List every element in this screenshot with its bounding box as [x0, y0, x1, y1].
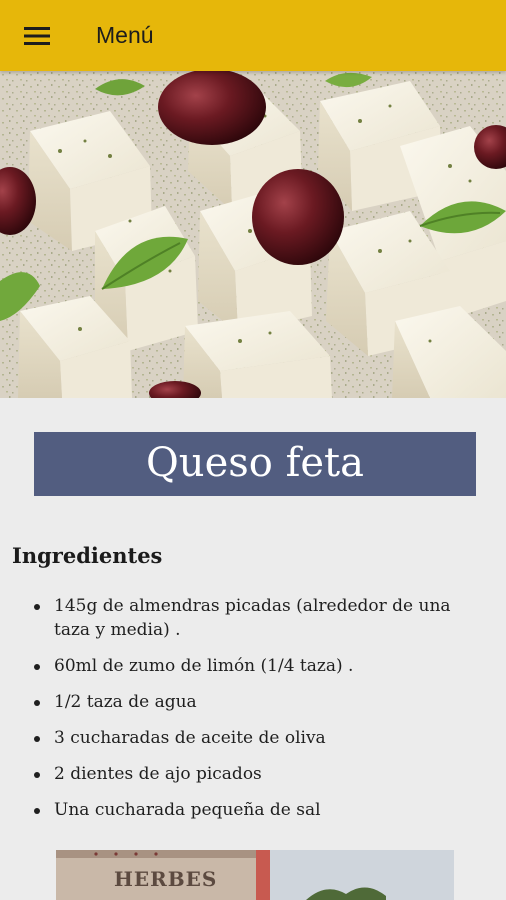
app-bar-title: Menú	[96, 22, 154, 48]
app-bar: Menú	[0, 0, 506, 71]
ingredient-text: 145g de almendras picadas (alrededor de …	[54, 596, 451, 640]
list-item: 145g de almendras picadas (alrededor de …	[0, 594, 506, 642]
bullet-icon	[34, 772, 40, 778]
bullet-icon	[34, 664, 40, 670]
list-item: 3 cucharadas de aceite de oliva	[0, 726, 506, 750]
list-item: 60ml de zumo de limón (1/4 taza) .	[0, 654, 506, 678]
recipe-title-banner: Queso feta	[34, 432, 476, 496]
herbs-jar-image: HERBES	[56, 850, 454, 900]
list-item: 2 dientes de ajo picados	[0, 762, 506, 786]
ingredient-text: Una cucharada pequeña de sal	[54, 800, 321, 820]
bullet-icon	[34, 736, 40, 742]
list-item: 1/2 taza de agua	[0, 690, 506, 714]
bullet-icon	[34, 604, 40, 610]
ingredient-text: 60ml de zumo de limón (1/4 taza) .	[54, 656, 354, 676]
ingredients-heading: Ingredientes	[12, 543, 163, 568]
hero-image	[0, 71, 506, 398]
jar-label-text: HERBES	[114, 867, 217, 891]
ingredients-list: 145g de almendras picadas (alrededor de …	[0, 594, 506, 834]
bullet-icon	[34, 808, 40, 814]
list-item: Una cucharada pequeña de sal	[0, 798, 506, 822]
ingredient-text: 2 dientes de ajo picados	[54, 764, 262, 784]
ingredient-text: 1/2 taza de agua	[54, 692, 197, 712]
hamburger-menu-icon[interactable]	[18, 22, 56, 50]
bullet-icon	[34, 700, 40, 706]
ingredient-text: 3 cucharadas de aceite de oliva	[54, 728, 326, 748]
